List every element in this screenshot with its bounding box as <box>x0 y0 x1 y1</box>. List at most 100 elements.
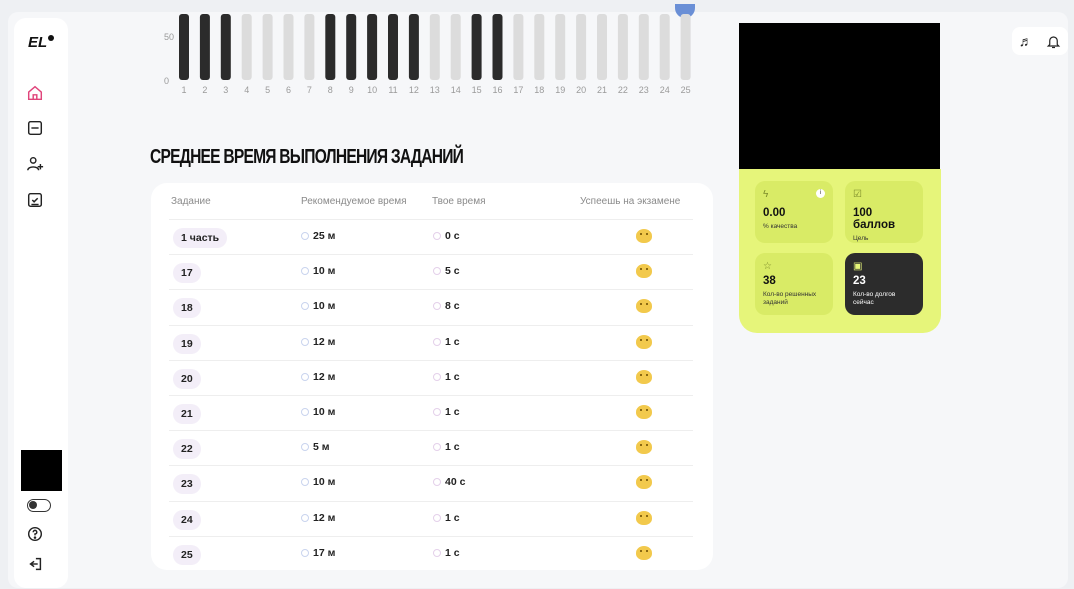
your-time-cell: 1 с <box>433 406 460 418</box>
table-row: 25 17 м 1 с <box>169 535 693 571</box>
smiley-icon <box>636 334 652 349</box>
stat-debts-value: 23 <box>853 275 866 287</box>
smiley-icon <box>636 264 652 279</box>
theme-toggle[interactable] <box>27 499 51 512</box>
bar-15[interactable] <box>471 14 482 80</box>
x-tick-label: 12 <box>409 85 419 95</box>
table-row: 18 10 м 8 с <box>169 289 693 324</box>
help-icon[interactable] <box>24 523 46 545</box>
video-player[interactable] <box>739 23 940 169</box>
stat-debts: ▣ 23 Кол-во долгов сейчас <box>845 253 923 315</box>
checkbox-icon: ☑ <box>853 189 862 200</box>
bar-19[interactable] <box>555 14 566 80</box>
bell-icon[interactable] <box>1046 34 1061 49</box>
smiley-icon <box>636 229 652 243</box>
bar-12[interactable] <box>408 14 419 80</box>
smiley-icon <box>636 545 652 560</box>
music-icon[interactable]: ♬ <box>1019 33 1033 49</box>
bar-16[interactable] <box>492 14 503 80</box>
x-tick-label: 18 <box>534 85 544 95</box>
recommended-time-value: 5 м <box>313 441 330 454</box>
x-tick-label: 20 <box>576 85 586 95</box>
logo-dot-icon <box>48 35 54 41</box>
your-time-value: 1 с <box>445 335 460 348</box>
clock-icon <box>301 408 309 416</box>
time-table: Задание Рекомендуемое время Твое время У… <box>151 183 713 570</box>
recommended-time-cell: 10 м <box>301 476 335 488</box>
avatar[interactable] <box>21 450 62 491</box>
table-row: 17 10 м 5 с <box>169 254 693 289</box>
bar-7[interactable] <box>304 14 315 80</box>
task-cell[interactable]: 17 <box>173 263 201 284</box>
recommended-time-cell: 12 м <box>301 336 335 348</box>
x-tick-label: 22 <box>618 85 628 95</box>
clock-icon <box>301 267 309 276</box>
stat-solved-label: Кол-во решенных заданий <box>763 291 817 306</box>
bar-2[interactable] <box>199 14 210 80</box>
table-row: 24 12 м 1 с <box>169 500 693 536</box>
bar-18[interactable] <box>534 14 545 80</box>
table-row: 1 часть 25 м 0 с <box>169 219 693 254</box>
bar-3[interactable] <box>220 14 231 80</box>
bar-23[interactable] <box>638 14 649 80</box>
bar-4[interactable] <box>241 14 252 80</box>
bar-14[interactable] <box>450 14 461 80</box>
task-cell[interactable]: 20 <box>173 368 201 389</box>
your-time-value: 40 с <box>445 476 466 489</box>
your-time-value: 5 с <box>445 265 460 278</box>
home-icon[interactable] <box>24 82 46 104</box>
chart-svg: 0501 2 3 4 5 6 7 8 9 10 11 12 13 14 15 16 17 18 19 20 21 22 23… <box>164 14 691 95</box>
bar-13[interactable] <box>429 14 440 80</box>
bar-17[interactable] <box>513 14 524 80</box>
x-tick-label: 15 <box>472 85 482 95</box>
stat-debts-label: Кол-во долгов сейчас <box>853 291 896 306</box>
bar-25[interactable] <box>680 14 691 80</box>
bar-24[interactable] <box>659 14 670 80</box>
checklist-icon[interactable] <box>24 189 46 211</box>
x-tick-label: 17 <box>513 85 523 95</box>
recommended-time-cell: 5 м <box>301 441 330 453</box>
bar-6[interactable] <box>283 14 294 80</box>
clock-icon <box>301 302 309 311</box>
bar-11[interactable] <box>388 14 398 80</box>
task-cell[interactable]: 23 <box>173 474 201 495</box>
book-icon[interactable] <box>24 117 46 139</box>
task-cell[interactable]: 22 <box>173 439 201 460</box>
your-time-cell: 5 с <box>433 265 460 277</box>
star-icon: ☆ <box>763 261 772 272</box>
x-tick-label: 9 <box>349 85 354 95</box>
task-cell[interactable]: 24 <box>173 509 201 530</box>
task-cell[interactable]: 25 <box>173 544 201 565</box>
x-tick-label: 10 <box>367 85 377 95</box>
task-cell[interactable]: 18 <box>173 298 201 319</box>
bar-5[interactable] <box>262 14 273 80</box>
recommended-time-cell: 10 м <box>301 265 335 277</box>
task-cell[interactable]: 21 <box>173 404 201 424</box>
add-user-icon[interactable] <box>24 153 46 175</box>
your-time-cell: 0 с <box>433 230 460 242</box>
logout-icon[interactable] <box>24 553 46 575</box>
smiley-icon <box>636 440 652 455</box>
note-icon: ▣ <box>853 261 863 272</box>
bar-9[interactable] <box>346 14 357 80</box>
tasks-bar-chart: 0 50 1 2 3 4 5 6 7 8 9 10 11 12 13 14 15 16 17 18 19 20 21 22 23… <box>150 10 710 100</box>
page-title: СРЕДНЕЕ ВРЕМЯ ВЫПОЛНЕНИЯ ЗАДАНИЙ <box>150 146 464 168</box>
bar-8[interactable] <box>325 14 336 80</box>
logo[interactable]: EL <box>28 34 47 51</box>
recommended-time-value: 10 м <box>313 476 336 489</box>
bar-22[interactable] <box>617 14 628 80</box>
recommended-time-value: 10 м <box>313 300 336 313</box>
header-task: Задание <box>171 196 211 207</box>
task-cell[interactable]: 19 <box>173 333 201 354</box>
info-icon[interactable]: i <box>816 189 825 198</box>
task-cell[interactable]: 1 часть <box>173 228 228 248</box>
recommended-time-value: 12 м <box>313 335 336 348</box>
bar-20[interactable] <box>576 14 587 80</box>
bar-21[interactable] <box>597 14 607 80</box>
bar-1[interactable] <box>179 14 189 80</box>
smiley-icon <box>636 405 652 419</box>
your-time-cell: 8 с <box>433 300 460 312</box>
recommended-time-cell: 12 м <box>301 512 335 524</box>
x-tick-label: 24 <box>660 85 670 95</box>
bar-10[interactable] <box>367 14 378 80</box>
